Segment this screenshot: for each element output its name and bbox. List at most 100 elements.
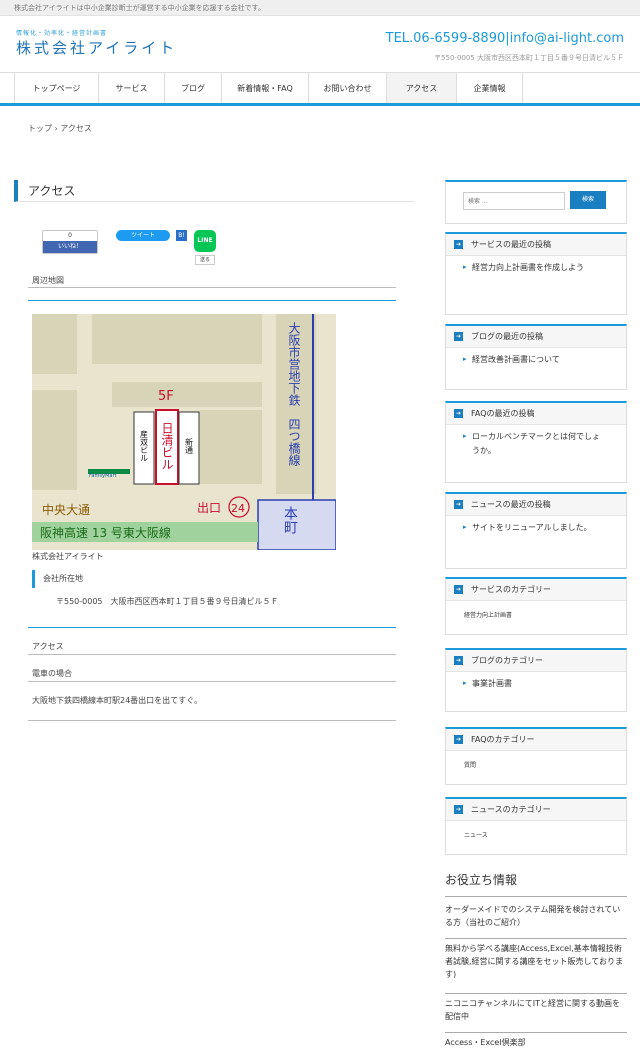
- contact-info[interactable]: TEL.06-6599-8890|info@ai-light.com: [386, 31, 624, 46]
- widget-title: サービスのカテゴリー: [471, 585, 551, 594]
- station-label: 本町: [282, 506, 298, 534]
- arrow-icon: ➜: [454, 500, 463, 509]
- useful-link[interactable]: 無料から学べる講座(Access,Excel,基本情報技術者試験,経営に関する講…: [445, 943, 627, 981]
- highway-label: 阪神高速 13 号東大阪線: [40, 525, 171, 540]
- useful-link[interactable]: ニコニコチャンネルにてITと経営に関する動画を配信中: [445, 998, 627, 1024]
- category-link[interactable]: 質問: [446, 751, 626, 769]
- address-heading: 会社所在地: [32, 570, 83, 588]
- widget-service-category: ➜ サービスのカテゴリー 経営力向上計画書: [445, 577, 627, 635]
- category-link[interactable]: ニュース: [446, 821, 626, 839]
- topbar: 株式会社アイライトは中小企業診断士が運営する中小企業を応援する会社です。: [0, 0, 640, 16]
- site-logo[interactable]: 株式会社アイライト: [16, 37, 177, 58]
- nav-item-service[interactable]: サービス: [99, 73, 165, 103]
- widget-title: ニュースのカテゴリー: [471, 805, 551, 814]
- address-value: 〒550-0005 大阪市西区西本町１丁目５番９号日清ビル５Ｆ: [56, 597, 279, 606]
- logo-tagline: 情報化・効率化・経営計画書: [16, 30, 108, 37]
- map-block: [32, 314, 77, 374]
- widget-title: サービスの最近の投稿: [471, 240, 551, 249]
- widget-blog-recent: ➜ ブログの最近の投稿 ▸ 経営改善計画書について: [445, 324, 627, 390]
- building-nisshin-label: 日清ビル: [160, 422, 174, 470]
- hatena-bookmark-button[interactable]: B!: [176, 230, 187, 241]
- category-link[interactable]: 経営力向上計画書: [446, 601, 626, 619]
- line-share-icon[interactable]: LINE: [194, 230, 216, 252]
- fb-count: 0: [68, 232, 72, 239]
- site-header: 情報化・効率化・経営計画書 株式会社アイライト TEL.06-6599-8890…: [0, 16, 640, 72]
- widget-link[interactable]: ▸ 事業計画書: [446, 672, 626, 691]
- widget-news-recent: ➜ ニュースの最近の投稿 ▸ サイトをリニューアルしました。: [445, 492, 627, 569]
- widget-blog-category: ➜ ブログのカテゴリー ▸ 事業計画書: [445, 648, 627, 712]
- subway-label: 大阪市営地下鉄 四つ橋線: [287, 322, 301, 466]
- main-nav: トップページ サービス ブログ 新着情報・FAQ お問い合わせ アクセス 企業情…: [0, 72, 640, 106]
- widget-news-category: ➜ ニュースのカテゴリー ニュース: [445, 797, 627, 855]
- tweet-button[interactable]: ツイート: [116, 230, 170, 241]
- map-heading: 周辺地図: [32, 276, 64, 285]
- familymart-label: FamilyMart: [89, 473, 117, 479]
- divider: [445, 993, 627, 994]
- bullet-icon: ▸: [463, 432, 467, 440]
- widget-title: FAQの最近の投稿: [471, 409, 535, 418]
- arrow-icon: ➜: [454, 585, 463, 594]
- map-block: [32, 390, 77, 490]
- exit-label: 出口: [197, 501, 221, 515]
- widget-link[interactable]: ▸ サイトをリニューアルしました。: [446, 516, 626, 535]
- arrow-icon: ➜: [454, 735, 463, 744]
- train-text: 大阪地下鉄四橋線本町駅24番出口を出てすぐ。: [32, 696, 203, 705]
- divider: [28, 720, 396, 721]
- arrow-icon: ➜: [454, 409, 463, 418]
- divider: [445, 938, 627, 939]
- nav-item-company[interactable]: 企業情報: [457, 73, 523, 103]
- access-heading: アクセス: [32, 642, 64, 651]
- arrow-icon: ➜: [454, 332, 463, 341]
- divider: [28, 627, 396, 628]
- map-block: [92, 314, 262, 364]
- bullet-icon: ▸: [463, 263, 467, 271]
- company-name: 株式会社アイライト: [32, 552, 104, 561]
- widget-link[interactable]: ▸ ローカルベンチマークとは何でしょうか。: [446, 425, 626, 459]
- building-shintsu-label: 新通: [185, 437, 194, 455]
- divider: [28, 681, 396, 682]
- area-map: 5F 産双ビル 日清ビル 新通 FamilyMart 大阪市営地下鉄 四つ橋線 …: [32, 314, 336, 550]
- divider: [28, 300, 396, 301]
- widget-title: ニュースの最近の投稿: [471, 500, 551, 509]
- divider: [28, 654, 396, 655]
- page-title: アクセス: [14, 180, 414, 202]
- arrow-icon: ➜: [454, 805, 463, 814]
- search-input[interactable]: [463, 192, 565, 210]
- bullet-icon: ▸: [463, 355, 467, 363]
- widget-title: ブログの最近の投稿: [471, 332, 543, 341]
- nav-item-contact[interactable]: お問い合わせ: [309, 73, 387, 103]
- nav-item-top[interactable]: トップページ: [14, 73, 99, 103]
- floor-label: 5F: [158, 389, 174, 404]
- widget-title: FAQのカテゴリー: [471, 735, 535, 744]
- useful-link[interactable]: Access・Excel倶楽部: [445, 1037, 627, 1050]
- widget-link[interactable]: ▸ 経営力向上計画書を作成しよう: [446, 256, 626, 275]
- header-address: 〒550-0005 大阪市西区西本町１丁目５番９号日清ビル５Ｆ: [434, 54, 624, 62]
- building-sansou-label: 産双ビル: [140, 429, 149, 462]
- arrow-icon: ➜: [454, 240, 463, 249]
- main-content: アクセス: [14, 180, 414, 202]
- widget-service-recent: ➜ サービスの最近の投稿 ▸ 経営力向上計画書を作成しよう: [445, 232, 627, 315]
- share-buttons: 0 いいね！ ツイート B! LINE 送る: [42, 230, 222, 266]
- useful-link[interactable]: オーダーメイドでのシステム開発を検討されている方（当社のご紹介）: [445, 904, 627, 930]
- widget-faq-recent: ➜ FAQの最近の投稿 ▸ ローカルベンチマークとは何でしょうか。: [445, 401, 627, 483]
- nav-item-access[interactable]: アクセス: [387, 73, 457, 103]
- divider: [445, 1032, 627, 1033]
- line-send-button[interactable]: 送る: [195, 255, 215, 265]
- train-heading: 電車の場合: [32, 669, 72, 678]
- street-label: 中央大通: [42, 502, 90, 517]
- divider: [445, 896, 627, 897]
- map-block: [112, 382, 262, 407]
- fb-like-label: いいね！: [43, 241, 97, 253]
- bullet-icon: ▸: [463, 679, 467, 687]
- nav-item-news-faq[interactable]: 新着情報・FAQ: [222, 73, 309, 103]
- nav-item-blog[interactable]: ブログ: [165, 73, 222, 103]
- breadcrumb[interactable]: トップ › アクセス: [28, 123, 92, 134]
- useful-info-heading: お役立ち情報: [445, 873, 518, 887]
- divider: [28, 287, 396, 288]
- arrow-icon: ➜: [454, 656, 463, 665]
- facebook-like-button[interactable]: 0 いいね！: [42, 230, 98, 254]
- search-button[interactable]: 検索: [570, 191, 606, 209]
- widget-link[interactable]: ▸ 経営改善計画書について: [446, 348, 626, 367]
- widget-faq-category: ➜ FAQのカテゴリー 質問: [445, 727, 627, 785]
- widget-title: ブログのカテゴリー: [471, 656, 543, 665]
